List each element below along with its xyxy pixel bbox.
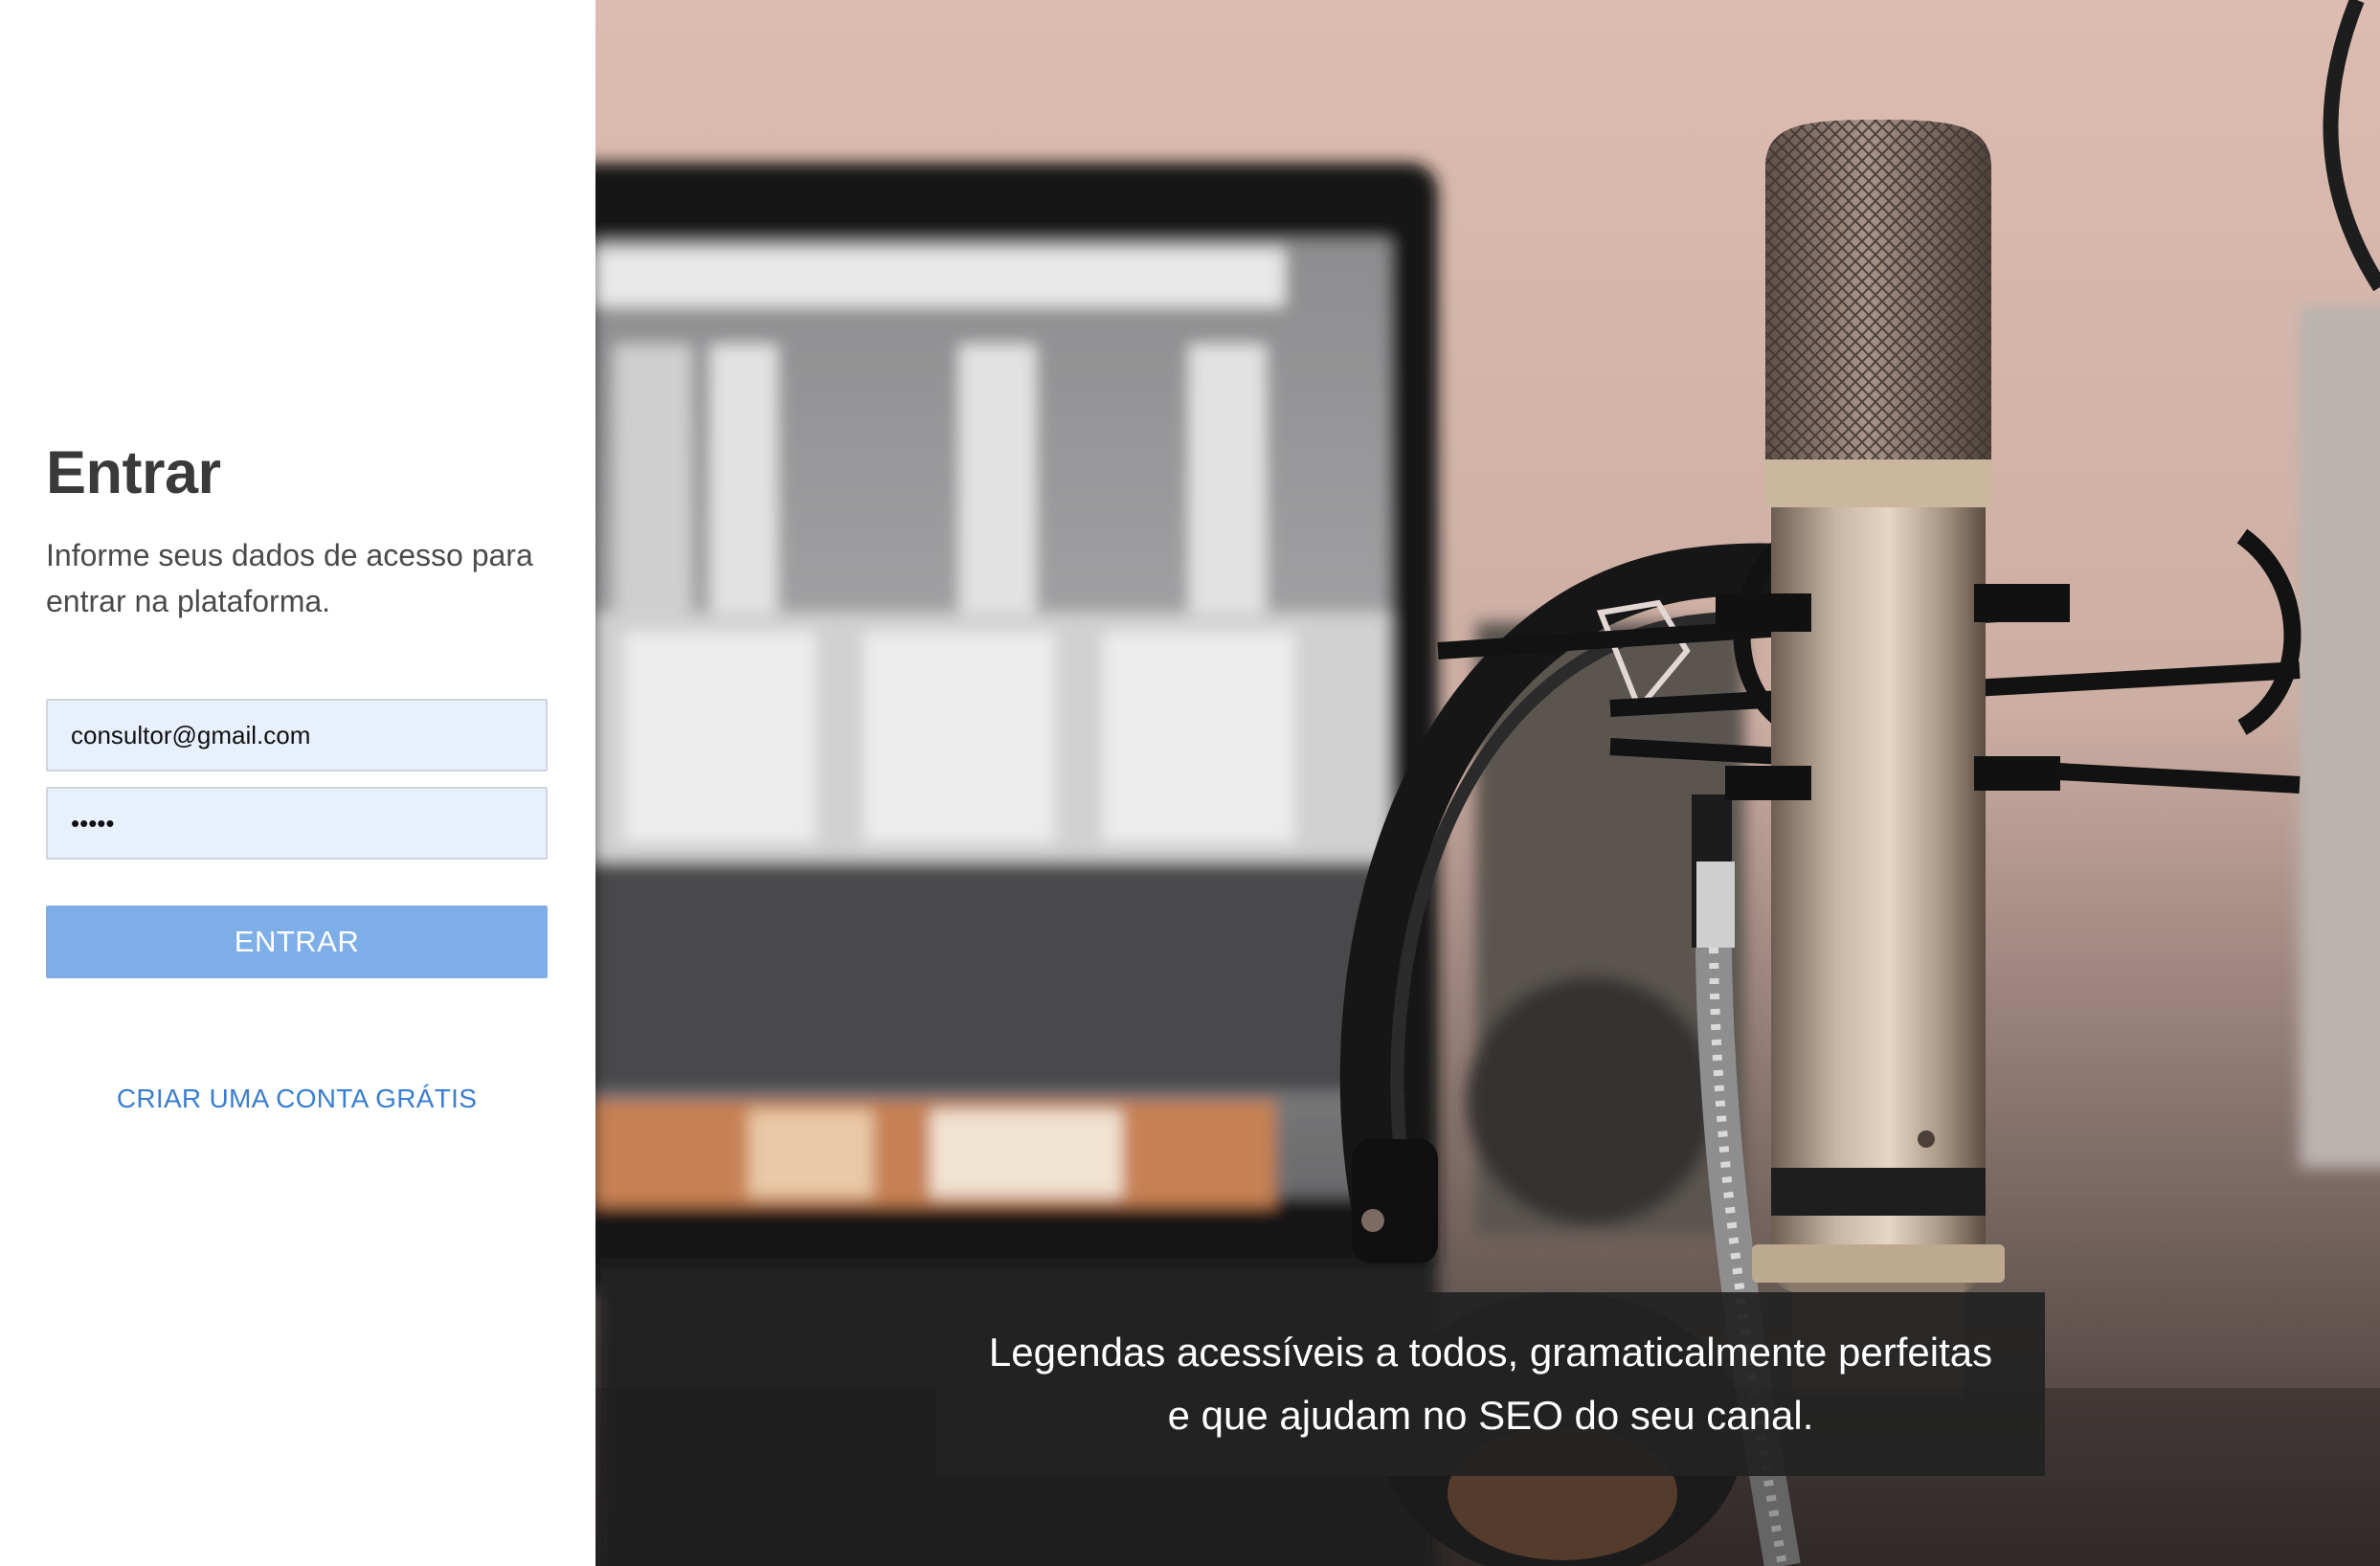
login-page: Entrar Informe seus dados de acesso para… <box>0 0 2380 1566</box>
hero-image: Legendas acessíveis a todos, gramaticalm… <box>595 0 2380 1566</box>
login-panel: Entrar Informe seus dados de acesso para… <box>0 0 595 1566</box>
caption-line-2: e que ajudam no SEO do seu canal. <box>1167 1393 1814 1438</box>
login-form: ENTRAR <box>46 699 548 978</box>
password-field[interactable] <box>46 787 548 860</box>
login-button[interactable]: ENTRAR <box>46 906 548 978</box>
page-title: Entrar <box>46 439 221 506</box>
create-account-link[interactable]: CRIAR UMA CONTA GRÁTIS <box>46 1084 548 1114</box>
caption-line-1: Legendas acessíveis a todos, gramaticalm… <box>988 1330 1993 1375</box>
login-form-container: Entrar Informe seus dados de acesso para… <box>46 436 548 1114</box>
login-subtitle: Informe seus dados de acesso para entrar… <box>46 538 533 618</box>
email-field[interactable] <box>46 699 548 772</box>
hero-caption: Legendas acessíveis a todos, gramaticalm… <box>936 1292 2045 1476</box>
